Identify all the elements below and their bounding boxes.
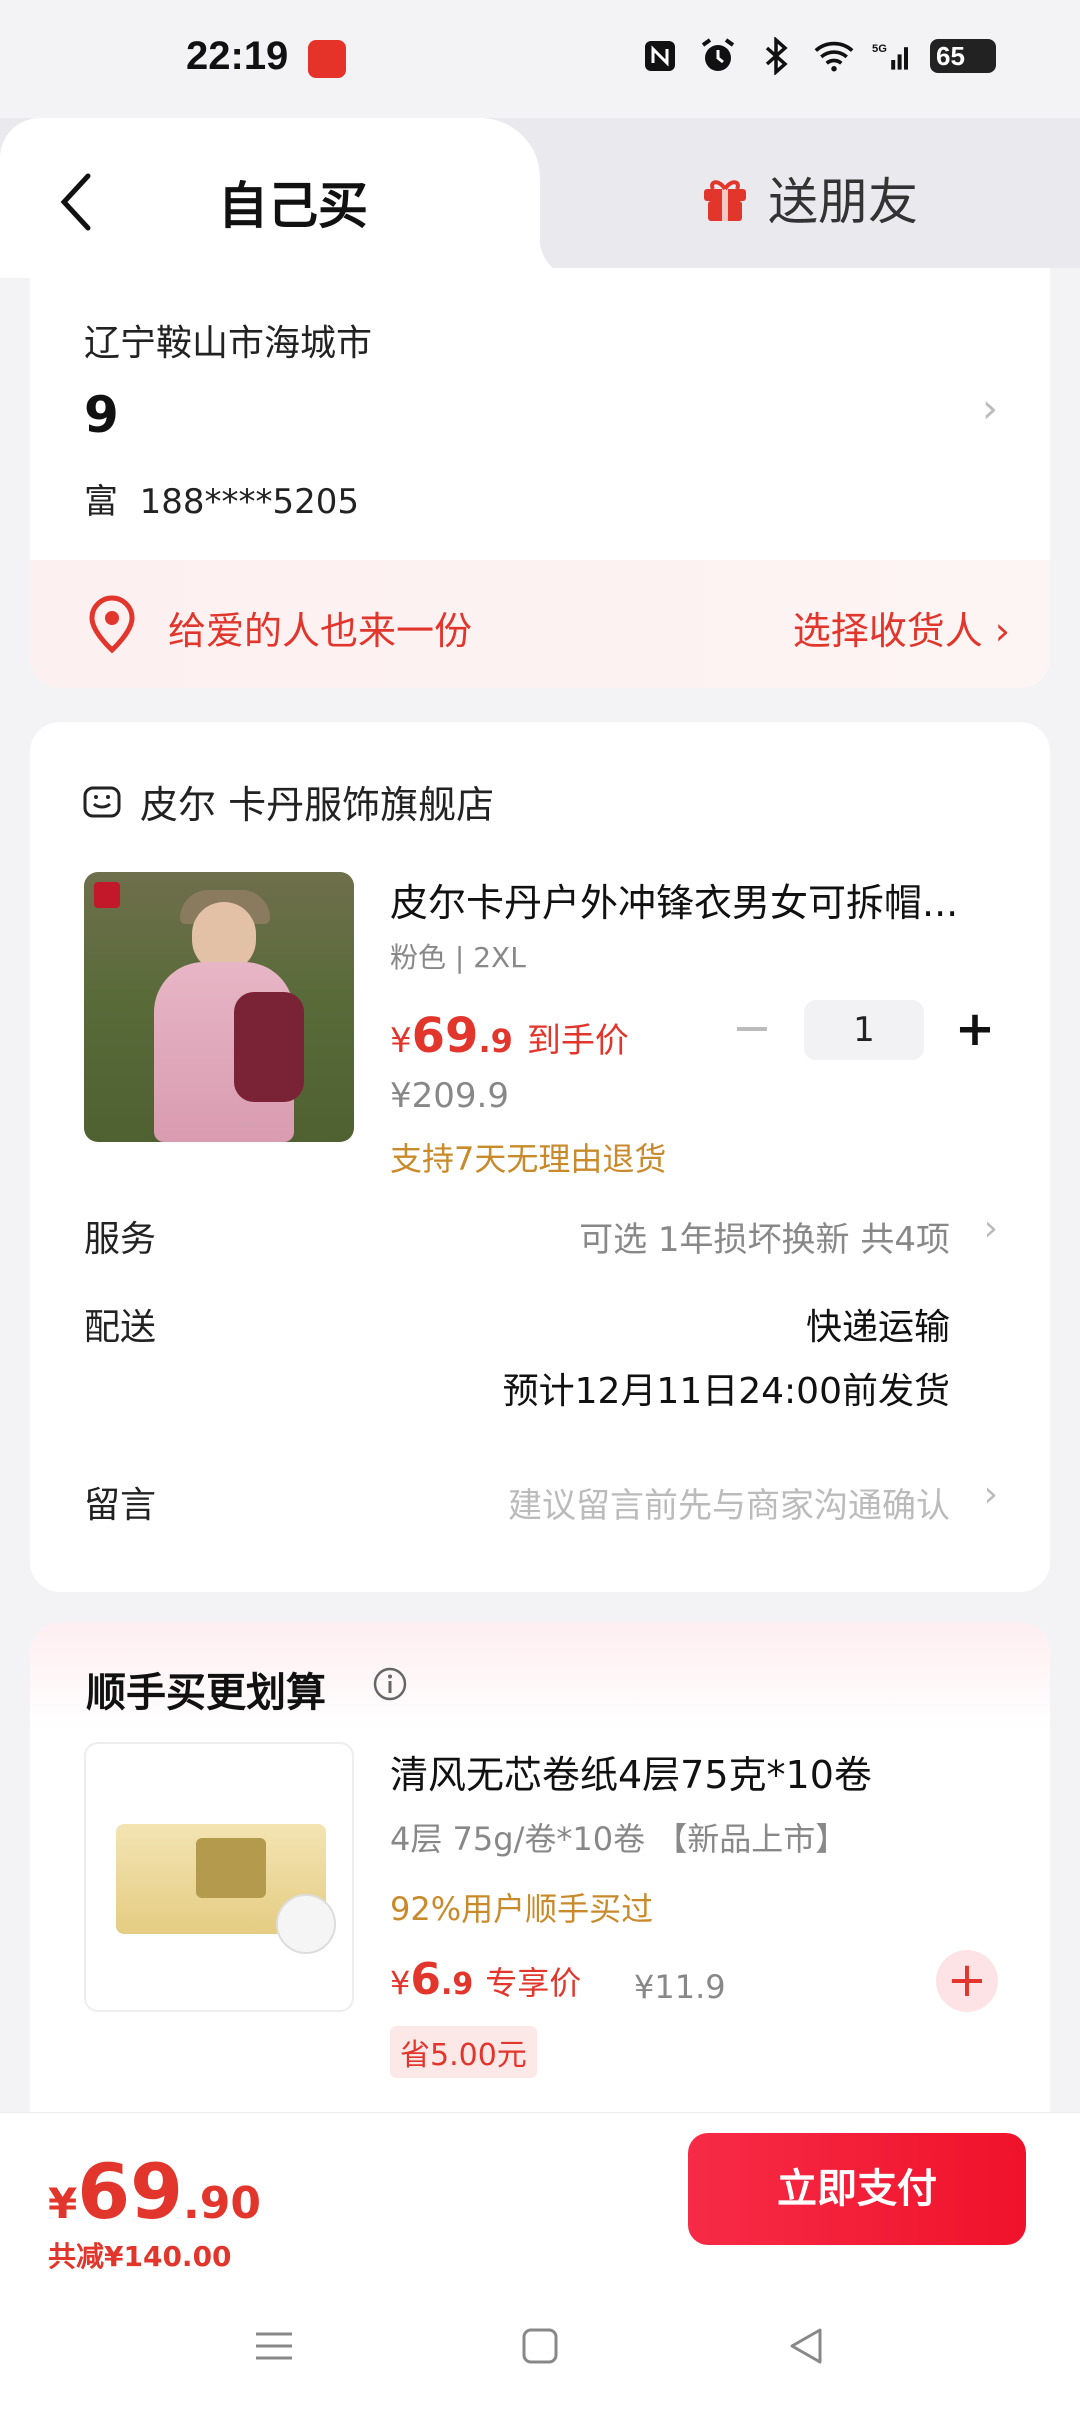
- order-card: 皮尔 卡丹服饰旗舰店 皮尔卡丹户外冲锋衣男女可拆帽... 粉色 | 2XL ¥6…: [30, 722, 1050, 1592]
- address-card[interactable]: 辽宁鞍山市海城市 9 富 188****5205 › 给爱的人也来一份 选择收货…: [30, 268, 1050, 688]
- total-discount: 共减¥140.00: [48, 2240, 232, 2273]
- location-pin-icon: [82, 594, 142, 654]
- battery-icon: 65: [930, 39, 996, 73]
- recommend-product-image[interactable]: [84, 1742, 354, 2012]
- recommend-card: 顺手买更划算 清风无芯卷纸4层75克*10卷 4层 75g/卷*10卷 【新品上…: [30, 1622, 1050, 2112]
- status-icons: 5G 65: [640, 36, 996, 76]
- chevron-right-icon: ›: [983, 1208, 998, 1249]
- app-notification-icon: [308, 40, 346, 78]
- contact-phone: 188****5205: [139, 482, 360, 522]
- gift-icon: [700, 173, 750, 223]
- total-price: ¥69.90: [48, 2147, 261, 2236]
- delivery-method: 快递运输: [805, 1307, 950, 1348]
- quantity-increase-button[interactable]: +: [950, 1004, 1000, 1054]
- shop-name: 皮尔 卡丹服饰旗舰店: [140, 783, 495, 827]
- delivery-eta: 预计12月11日24:00前发货: [502, 1371, 950, 1412]
- recommend-bought-rate: 92%用户顺手买过: [390, 1890, 654, 1928]
- tab-send-friend-label: 送朋友: [768, 173, 918, 231]
- contact-name: 富: [84, 482, 118, 522]
- status-time: 22:19: [186, 34, 289, 78]
- address-detail: 9: [84, 386, 119, 444]
- quantity-input[interactable]: 1: [804, 1000, 924, 1060]
- price-tag: 专享价: [485, 1964, 582, 2002]
- gift-bar-text: 给爱的人也来一份: [168, 609, 473, 653]
- product-original-price: ¥209.9: [390, 1076, 509, 1116]
- bluetooth-icon: [756, 36, 796, 76]
- nav-back-icon[interactable]: [786, 2326, 826, 2366]
- recommend-product-spec: 4层 75g/卷*10卷 【新品上市】: [390, 1820, 848, 1858]
- quantity-decrease-button[interactable]: −: [730, 1004, 774, 1052]
- return-policy: 支持7天无理由退货: [390, 1140, 667, 1178]
- tab-send-friend[interactable]: 送朋友: [700, 162, 918, 234]
- message-input[interactable]: 建议留言前先与商家沟通确认: [508, 1478, 950, 1527]
- tab-self-buy[interactable]: 自己买: [0, 118, 580, 278]
- status-bar: 22:19 5G 65: [0, 0, 1080, 118]
- gift-recipient-bar[interactable]: 给爱的人也来一份 选择收货人 ›: [30, 560, 1050, 688]
- chevron-right-icon: ›: [983, 1474, 998, 1515]
- nfc-icon: [640, 36, 680, 76]
- product-image[interactable]: [84, 872, 354, 1142]
- recent-apps-icon[interactable]: [254, 2326, 294, 2366]
- home-icon[interactable]: [520, 2326, 560, 2366]
- shop-row[interactable]: 皮尔 卡丹服饰旗舰店: [82, 774, 494, 829]
- shop-icon: [82, 782, 122, 822]
- chevron-right-icon: ›: [982, 386, 998, 432]
- pay-now-button[interactable]: 立即支付: [688, 2133, 1026, 2245]
- product-title[interactable]: 皮尔卡丹户外冲锋衣男女可拆帽...: [390, 872, 990, 927]
- checkout-bar: ¥69.90 共减¥140.00 立即支付: [0, 2112, 1080, 2282]
- service-label: 服务: [84, 1219, 157, 1260]
- recommend-product-name[interactable]: 清风无芯卷纸4层75克*10卷: [390, 1744, 872, 1799]
- recommend-save-badge: 省5.00元: [390, 2026, 537, 2078]
- alarm-icon: [698, 36, 738, 76]
- system-nav-bar: [0, 2282, 1080, 2412]
- price-tag: 到手价: [526, 1021, 629, 1061]
- select-recipient-link[interactable]: 选择收货人 ›: [793, 600, 1010, 655]
- add-to-order-button[interactable]: +: [936, 1950, 998, 2012]
- delivery-label: 配送: [84, 1307, 157, 1348]
- recommend-price: ¥6.9 专享价: [390, 1954, 582, 2005]
- message-label: 留言: [84, 1485, 157, 1526]
- brand-logo: [94, 882, 120, 908]
- recommend-title: 顺手买更划算: [86, 1670, 326, 1716]
- recommend-original-price: ¥11.9: [634, 1968, 726, 2006]
- info-icon[interactable]: [372, 1666, 408, 1702]
- signal-5g-icon: 5G: [872, 36, 912, 76]
- wifi-icon: [814, 36, 854, 76]
- tab-self-buy-label: 自己买: [218, 177, 368, 235]
- purchase-mode-tabs: 自己买 送朋友: [0, 118, 1080, 278]
- svg-text:5G: 5G: [872, 43, 887, 55]
- product-spec[interactable]: 粉色 | 2XL: [390, 936, 526, 976]
- service-value: 可选 1年损坏换新 共4项: [579, 1220, 950, 1260]
- product-price: ¥69.9 到手价: [390, 1008, 629, 1064]
- back-icon[interactable]: [56, 170, 96, 234]
- address-region: 辽宁鞍山市海城市: [84, 323, 373, 364]
- address-contact: 富 188****5205: [84, 474, 359, 523]
